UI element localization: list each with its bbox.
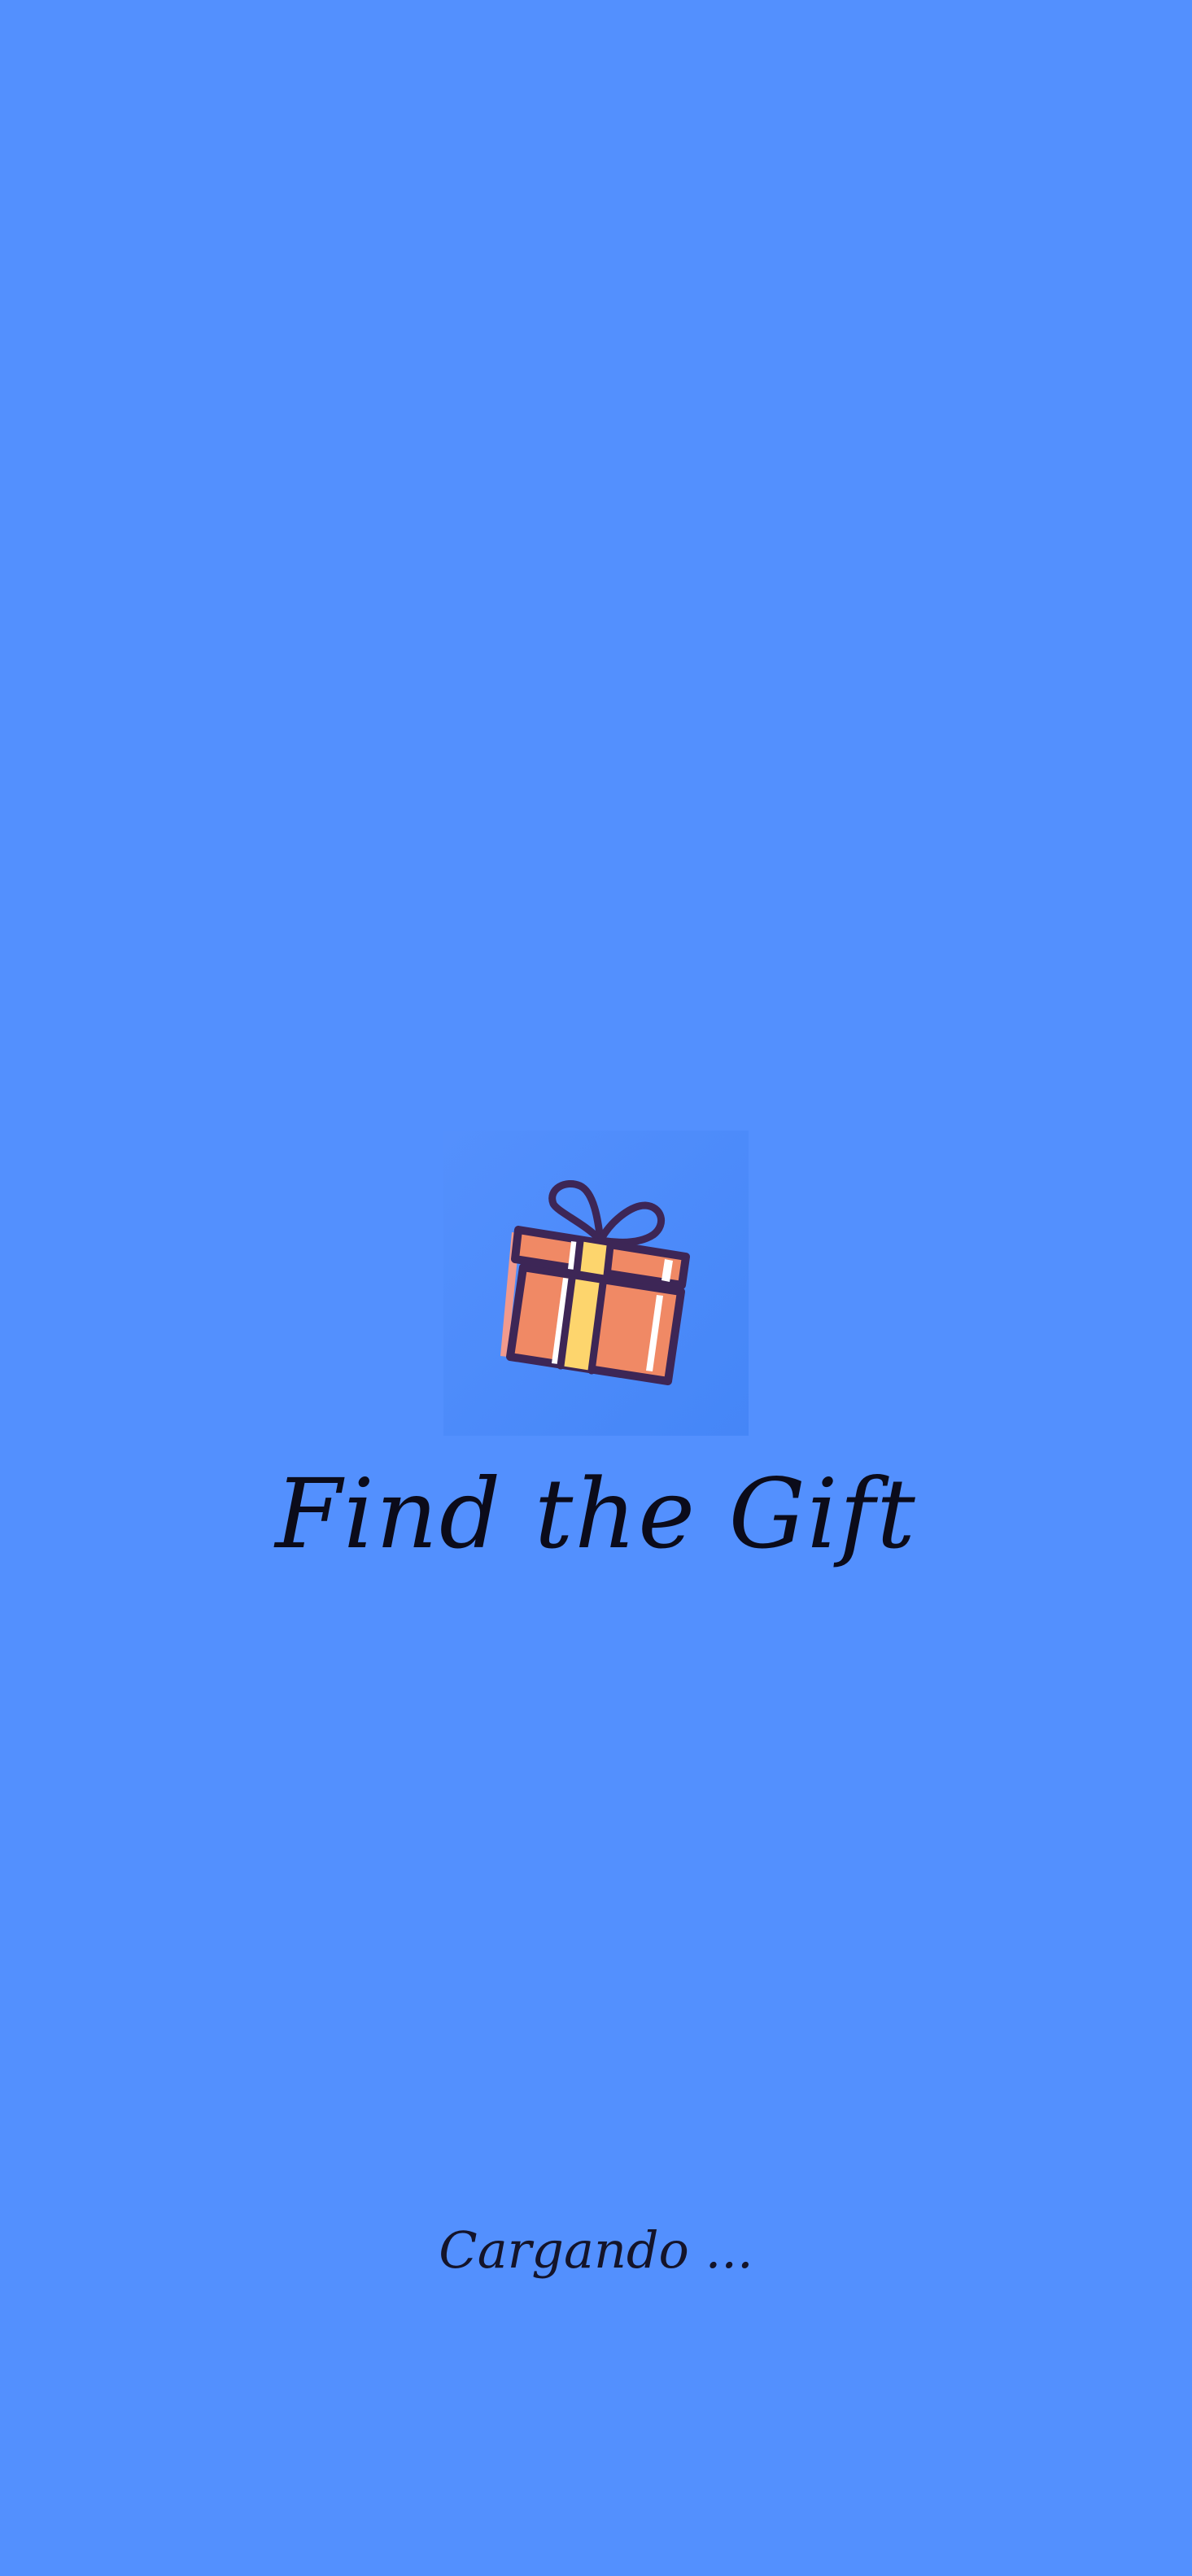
app-title: Find the Gift <box>275 1458 917 1570</box>
splash-screen: Find the Gift Cargando ... <box>0 0 1192 2576</box>
loading-label: Cargando ... <box>439 2220 753 2280</box>
gift-box-icon <box>500 1179 690 1385</box>
app-logo <box>443 1131 749 1436</box>
